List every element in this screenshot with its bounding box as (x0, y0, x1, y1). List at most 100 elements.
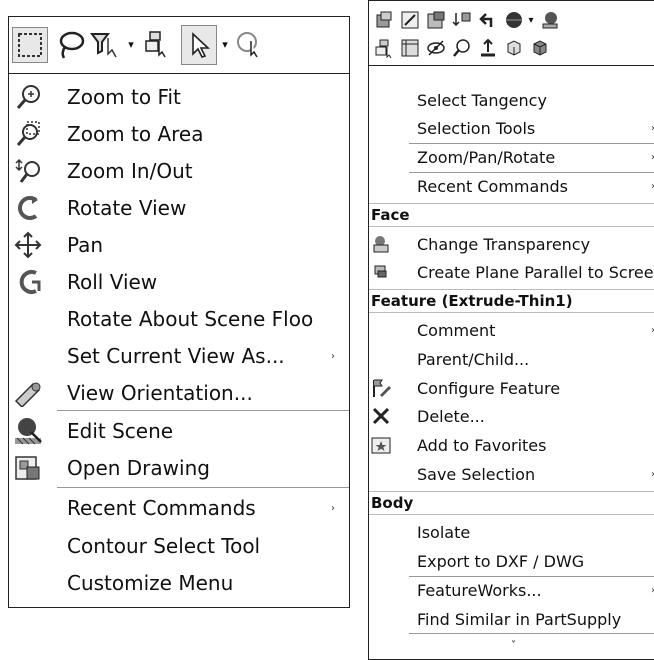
submenu-arrow-icon: › (331, 502, 335, 514)
material-icon[interactable] (539, 9, 561, 31)
zoom-to-selection-icon[interactable] (451, 37, 473, 59)
menu-item-select-tangency[interactable]: Select Tangency (369, 87, 654, 113)
menu-item-isolate[interactable]: Isolate (369, 519, 654, 545)
menu-item-label: Open Drawing (67, 456, 210, 480)
menu-item-rotate-view[interactable]: Rotate View (9, 190, 349, 226)
menu-item-label: Edit Scene (67, 419, 174, 443)
edit-feature-icon[interactable] (425, 9, 447, 31)
menu-item-rotate-about-scene-floor[interactable]: Rotate About Scene Floo (9, 301, 349, 337)
menu-item-label: Recent Commands (417, 176, 568, 196)
menu-item-label: Roll View (67, 270, 158, 294)
section-header-body: Body (369, 491, 654, 515)
menu-separator (57, 487, 349, 488)
create-plane-icon (369, 260, 393, 284)
select-other-icon[interactable] (141, 27, 175, 61)
menu-separator (409, 633, 654, 634)
menu-item-label: Add to Favorites (417, 435, 547, 455)
menu-item-zoom-to-fit[interactable]: Zoom to Fit (9, 79, 349, 115)
menu-item-label: Zoom/Pan/Rotate (417, 147, 556, 167)
menu-item-label: Rotate View (67, 196, 187, 220)
menu-item-find-similar-partsupply[interactable]: Find Similar in PartSupply (369, 606, 654, 632)
roll-view-icon (11, 265, 45, 299)
menu-item-label: Export to DXF / DWG (417, 551, 585, 571)
view-context-menu: ▾ ▾ Zoom to Fit Zoom to Area Zoom In/Out… (8, 16, 350, 608)
pan-icon (11, 228, 45, 262)
menu-item-label: Save Selection (417, 464, 536, 484)
menu-item-parent-child[interactable]: Parent/Child... (369, 346, 654, 372)
menu-item-label: Delete... (417, 406, 485, 426)
select-other-icon[interactable] (373, 37, 395, 59)
view-orientation-icon (11, 376, 45, 410)
menu-item-label: Selection Tools (417, 118, 536, 138)
menu-item-export-dxf-dwg[interactable]: Export to DXF / DWG (369, 548, 654, 574)
menu-item-label: View Orientation... (67, 381, 253, 405)
part-context-menu: ▾ Select Tangency Selection Tools › Zoom… (368, 0, 654, 660)
lasso-select-icon[interactable] (53, 27, 87, 61)
zoom-to-area-icon (11, 117, 45, 151)
context-toolbar: ▾ (369, 1, 654, 66)
appearance-icon[interactable] (503, 9, 525, 31)
delete-icon (369, 404, 393, 428)
select-filter-icon[interactable] (89, 27, 123, 61)
shaded-view-icon[interactable] (529, 37, 551, 59)
box-select-icon[interactable] (12, 27, 48, 63)
appearance-dropdown-icon[interactable]: ▾ (525, 9, 537, 31)
configure-feature-icon (369, 376, 393, 400)
menu-item-open-drawing[interactable]: Open Drawing (9, 450, 349, 486)
menu-item-label: Isolate (417, 522, 471, 542)
menu-item-configure-feature[interactable]: Configure Feature (369, 375, 654, 401)
menu-item-save-selection[interactable]: Save Selection › (369, 461, 654, 487)
select-filter-dropdown-icon[interactable]: ▾ (125, 35, 137, 53)
menu-item-recent-commands[interactable]: Recent Commands › (9, 490, 349, 526)
section-header-face: Face (369, 203, 654, 227)
zoom-in-out-icon (11, 154, 45, 188)
menu-item-zoom-pan-rotate[interactable]: Zoom/Pan/Rotate › (369, 144, 654, 170)
menu-item-label: Comment (417, 320, 496, 340)
hide-icon[interactable] (425, 37, 447, 59)
select-arrow-icon[interactable] (181, 25, 217, 65)
back-arrow-icon[interactable] (477, 9, 499, 31)
hide-show-components-icon[interactable] (373, 9, 395, 31)
menu-item-set-current-view-as[interactable]: Set Current View As... › (9, 338, 349, 374)
menu-item-selection-tools[interactable]: Selection Tools › (369, 115, 654, 141)
menu-item-add-to-favorites[interactable]: Add to Favorites (369, 432, 654, 458)
menu-item-label: Zoom to Fit (67, 85, 181, 109)
menu-item-edit-scene[interactable]: Edit Scene (9, 413, 349, 449)
open-drawing-icon (11, 451, 45, 485)
submenu-arrow-icon: › (331, 350, 335, 362)
change-transparency-icon (369, 232, 393, 256)
menu-item-label: Select Tangency (417, 90, 547, 110)
menu-item-label: Pan (67, 233, 104, 257)
menu-item-zoom-in-out[interactable]: Zoom In/Out (9, 153, 349, 189)
rollback-icon[interactable] (451, 9, 473, 31)
menu-item-label: Change Transparency (417, 234, 591, 254)
normal-to-icon[interactable] (477, 37, 499, 59)
menu-item-label: Find Similar in PartSupply (417, 609, 622, 629)
menu-item-change-transparency[interactable]: Change Transparency (369, 231, 654, 257)
menu-item-contour-select-tool[interactable]: Contour Select Tool (9, 528, 349, 564)
menu-item-label: Contour Select Tool (67, 534, 261, 558)
menu-item-roll-view[interactable]: Roll View (9, 264, 349, 300)
menu-item-label: Zoom to Area (67, 122, 204, 146)
select-dropdown-icon[interactable]: ▾ (219, 35, 231, 53)
menu-item-create-plane-parallel[interactable]: Create Plane Parallel to Scree (369, 259, 654, 285)
menu-item-label: Parent/Child... (417, 349, 530, 369)
magnified-selection-icon[interactable] (233, 27, 267, 61)
menu-item-label: Customize Menu (67, 571, 234, 595)
menu-item-label: Set Current View As... (67, 344, 285, 368)
menu-item-pan[interactable]: Pan (9, 227, 349, 263)
menu-item-label: Configure Feature (417, 378, 561, 398)
menu-item-customize-menu[interactable]: Customize Menu (9, 565, 349, 601)
menu-item-view-orientation[interactable]: View Orientation... (9, 375, 349, 411)
edit-sketch-icon[interactable] (399, 9, 421, 31)
expand-menu-icon[interactable]: ˅ (369, 637, 654, 653)
menu-item-comment[interactable]: Comment › (369, 317, 654, 343)
sketch-on-face-icon[interactable] (503, 37, 525, 59)
menu-item-delete[interactable]: Delete... (369, 403, 654, 429)
menu-item-recent-commands[interactable]: Recent Commands › (369, 173, 654, 199)
section-view-icon[interactable] (399, 37, 421, 59)
menu-item-label: FeatureWorks... (417, 580, 542, 600)
menu-item-featureworks[interactable]: FeatureWorks... › (369, 577, 654, 603)
menu-item-zoom-to-area[interactable]: Zoom to Area (9, 116, 349, 152)
menu-item-label: Recent Commands (67, 496, 256, 520)
